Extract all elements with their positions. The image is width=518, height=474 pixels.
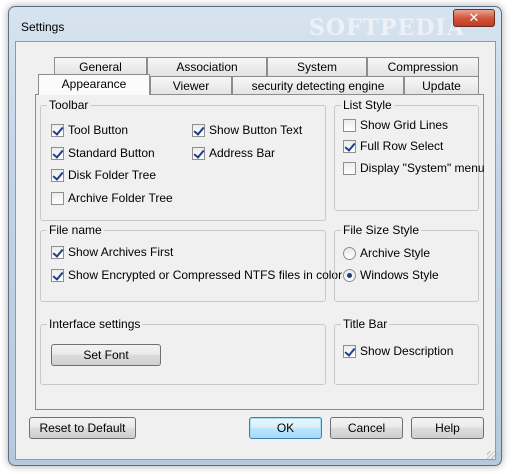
close-button[interactable]: ✕ [453, 9, 495, 27]
full-row-select-checkbox[interactable]: Full Row Select [343, 139, 443, 153]
checkbox-icon [51, 245, 64, 259]
tab-compression[interactable]: Compression [367, 57, 479, 76]
show-button-text-checkbox[interactable]: Show Button Text [192, 123, 302, 137]
checkbox-icon [51, 168, 64, 182]
group-label: File name [47, 223, 104, 237]
file-name-group: File name Show Archives First Show Encry… [40, 223, 342, 302]
settings-window: Settings SOFTPEDIA ✕ General Association… [8, 6, 502, 466]
checkbox-label: Show Encrypted or Compressed NTFS files … [68, 268, 343, 282]
checkbox-label: Tool Button [68, 123, 129, 137]
group-label: Toolbar [47, 98, 91, 112]
checkbox-icon [51, 268, 64, 282]
checkbox-icon [343, 139, 356, 153]
show-archives-first-checkbox[interactable]: Show Archives First [51, 245, 173, 259]
tab-association[interactable]: Association [147, 57, 267, 76]
tab-system[interactable]: System [267, 57, 367, 76]
cancel-button[interactable]: Cancel [330, 417, 403, 439]
checkbox-icon [51, 123, 64, 137]
window-title: Settings [21, 20, 65, 34]
checkbox-label: Disk Folder Tree [68, 168, 157, 182]
file-size-style-group: File Size Style Archive Style Windows St… [334, 223, 479, 302]
resize-grip-icon[interactable] [487, 451, 497, 461]
checkbox-label: Standard Button [68, 146, 155, 160]
checkbox-label: Address Bar [209, 146, 276, 160]
toolbar-group: Toolbar Tool Button Standard Button Disk… [40, 98, 326, 221]
show-description-checkbox[interactable]: Show Description [343, 344, 453, 358]
tab-security-detecting-engine[interactable]: security detecting engine [232, 76, 404, 95]
radio-label: Windows Style [360, 268, 439, 282]
help-button[interactable]: Help [411, 417, 484, 439]
address-bar-checkbox[interactable]: Address Bar [192, 146, 275, 160]
group-label: Interface settings [47, 317, 143, 331]
checkbox-icon [192, 146, 205, 160]
radio-label: Archive Style [360, 246, 431, 260]
standard-button-checkbox[interactable]: Standard Button [51, 146, 155, 160]
windows-style-radio[interactable]: Windows Style [343, 268, 439, 282]
close-icon: ✕ [468, 10, 480, 25]
show-encrypted-ntfs-color-checkbox[interactable]: Show Encrypted or Compressed NTFS files … [51, 268, 342, 282]
group-label: Title Bar [341, 317, 390, 331]
checkbox-icon [51, 191, 64, 205]
tab-update[interactable]: Update [404, 76, 479, 95]
disk-folder-tree-checkbox[interactable]: Disk Folder Tree [51, 168, 156, 182]
archive-style-radio[interactable]: Archive Style [343, 246, 430, 260]
radio-icon [343, 268, 356, 282]
title-bar-group: Title Bar Show Description [334, 317, 479, 385]
show-grid-lines-checkbox[interactable]: Show Grid Lines [343, 118, 448, 132]
interface-settings-group: Interface settings Set Font [40, 317, 326, 385]
checkbox-icon [192, 123, 205, 137]
checkbox-label: Show Button Text [209, 123, 303, 137]
tab-row-front: Appearance Viewer security detecting eng… [36, 74, 479, 95]
title-bar[interactable]: Settings SOFTPEDIA ✕ [9, 7, 501, 41]
checkbox-label: Display "System" menu [360, 161, 485, 175]
set-font-button[interactable]: Set Font [51, 344, 161, 366]
group-label: File Size Style [341, 223, 422, 237]
checkbox-icon [343, 161, 356, 175]
checkbox-label: Archive Folder Tree [68, 191, 173, 205]
checkbox-label: Show Description [360, 344, 454, 358]
tab-appearance[interactable]: Appearance [38, 74, 150, 95]
display-system-menu-checkbox[interactable]: Display "System" menu [343, 161, 485, 175]
appearance-panel: Toolbar Tool Button Standard Button Disk… [35, 94, 485, 410]
reset-to-default-button[interactable]: Reset to Default [29, 417, 136, 439]
group-label: List Style [341, 98, 394, 112]
checkbox-label: Show Archives First [68, 245, 174, 259]
checkbox-label: Show Grid Lines [360, 118, 449, 132]
radio-icon [343, 246, 356, 260]
ok-button[interactable]: OK [249, 417, 322, 439]
checkbox-label: Full Row Select [360, 139, 444, 153]
tool-button-checkbox[interactable]: Tool Button [51, 123, 128, 137]
tab-viewer[interactable]: Viewer [150, 76, 232, 95]
checkbox-icon [343, 118, 356, 132]
checkbox-icon [343, 344, 356, 358]
checkbox-icon [51, 146, 64, 160]
archive-folder-tree-checkbox[interactable]: Archive Folder Tree [51, 191, 173, 205]
list-style-group: List Style Show Grid Lines Full Row Sele… [334, 98, 485, 211]
softpedia-watermark: SOFTPEDIA [309, 15, 465, 41]
